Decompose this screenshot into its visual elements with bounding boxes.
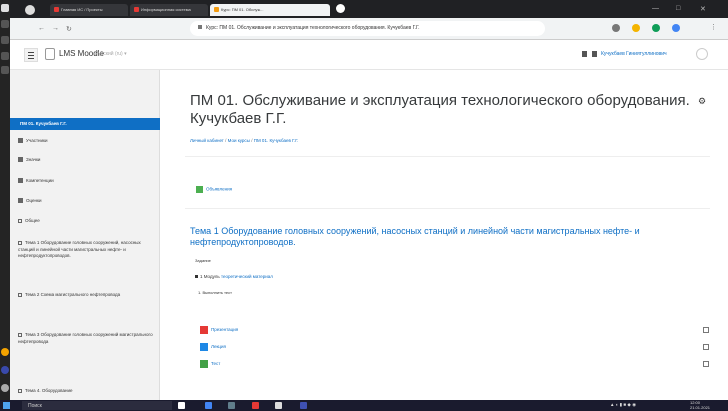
grades-icon [18, 198, 23, 204]
forum-icon [196, 186, 203, 193]
moodle-logo-icon[interactable] [45, 48, 55, 60]
drawer-toggle-button[interactable] [24, 48, 38, 62]
nav-drawer: ПМ 01. Кучукбаев Г.Г. Участники Значки К… [10, 70, 160, 400]
badge-icon [18, 157, 23, 163]
news-forum-link[interactable]: Объявления [196, 186, 232, 193]
moodle-navbar: LMS Moodle Русский (ru) ▾ Кучукбаев Гини… [10, 40, 728, 70]
folder-icon [18, 218, 22, 223]
lock-icon [198, 25, 202, 29]
app-icon[interactable] [1, 52, 9, 60]
page-title: ПМ 01. Обслуживание и эксплуатация техно… [190, 92, 690, 127]
extension-icon[interactable] [672, 24, 680, 32]
new-tab-icon[interactable] [336, 4, 345, 13]
divider [185, 208, 710, 209]
app-icon[interactable] [1, 348, 9, 356]
activity-presentation[interactable]: Презентация [200, 326, 238, 334]
tab-bar: Главная ИС / Проекты Информационная сист… [10, 0, 728, 18]
gear-icon[interactable]: ⚙ [698, 96, 706, 107]
address-bar-row: ← → ↻ Курс: ПМ 01. Обслуживание и эксплу… [10, 18, 728, 40]
activity-quiz[interactable]: Тест [200, 360, 220, 368]
breadcrumb-item[interactable]: Мои курсы [228, 138, 250, 143]
minimize-icon[interactable]: — [652, 5, 659, 12]
breadcrumb: Личный кабинет / Мои курсы / ПМ 01. Кучу… [190, 138, 299, 143]
moodle-page: LMS Moodle Русский (ru) ▾ Кучукбаев Гини… [10, 40, 728, 400]
reload-icon[interactable]: ↻ [66, 25, 72, 33]
avatar[interactable] [696, 48, 708, 60]
app-icon[interactable] [1, 20, 9, 28]
folder-icon [18, 388, 22, 393]
drawer-item-general[interactable]: Общее [18, 218, 154, 225]
browser-tab-active[interactable]: Курс: ПМ 01. Обслуж... [210, 4, 330, 16]
drawer-item-badges[interactable]: Значки [18, 157, 154, 164]
taskbar-app-icon[interactable] [275, 402, 282, 409]
browser-tab[interactable]: Информационная система [130, 4, 208, 16]
drawer-item-competencies[interactable]: Компетенции [18, 178, 154, 185]
browser-chrome: Главная ИС / Проекты Информационная сист… [10, 0, 728, 40]
app-icon[interactable] [1, 384, 9, 392]
activity-lecture[interactable]: Лекция [200, 343, 226, 351]
section-title[interactable]: Тема 1 Оборудование головных сооружений,… [190, 226, 660, 248]
drawer-section-3[interactable]: Тема 3 Оборудование головных сооружений … [18, 332, 154, 345]
system-tray[interactable]: ▲ ◐ ▮ ■ ◆ ◉ [610, 402, 636, 408]
completion-checkbox[interactable] [703, 327, 709, 333]
forward-icon[interactable]: → [52, 25, 59, 32]
extension-icon[interactable] [632, 24, 640, 32]
drawer-current-course[interactable]: ПМ 01. Кучукбаев Г.Г. [10, 118, 160, 130]
folder-icon [18, 292, 22, 297]
url-field[interactable]: Курс: ПМ 01. Обслуживание и эксплуатация… [190, 21, 545, 36]
taskbar-app-icon[interactable] [300, 402, 307, 409]
taskbar-search[interactable]: Поиск [22, 401, 172, 410]
back-icon[interactable]: ← [38, 25, 45, 32]
bullet-icon [195, 275, 198, 279]
language-menu[interactable]: Русский (ru) ▾ [95, 51, 127, 57]
favicon-icon [134, 7, 139, 13]
completion-checkbox[interactable] [703, 361, 709, 367]
notification-icon[interactable] [582, 51, 587, 57]
module-link[interactable]: теоретический материал [221, 274, 273, 279]
windows-start-icon[interactable] [3, 402, 10, 409]
app-icon[interactable] [1, 366, 9, 374]
browser-logo-icon[interactable] [25, 5, 35, 15]
taskbar-app-icon[interactable] [252, 402, 259, 409]
subtask-text: 1. Выполнить тест [198, 290, 232, 295]
user-menu[interactable]: Кучукбаев Гиниятуллинович [601, 51, 667, 57]
folder-icon [18, 240, 22, 245]
breadcrumb-item[interactable]: ПМ 01. Кучукбаев Г.Г. [254, 138, 299, 143]
quiz-icon [200, 360, 208, 368]
lecture-icon [200, 343, 208, 351]
app-icon[interactable] [1, 36, 9, 44]
menu-dots-icon[interactable]: ⋮ [710, 23, 717, 31]
taskbar-app-icon[interactable] [205, 402, 212, 409]
section-summary-heading: Задание [195, 258, 211, 263]
presentation-icon [200, 326, 208, 334]
breadcrumb-item[interactable]: Личный кабинет [190, 138, 224, 143]
taskbar-app-icon[interactable] [228, 402, 235, 409]
drawer-section-4[interactable]: Тема 4. Оборудование [18, 388, 154, 395]
favicon-icon [54, 7, 59, 13]
drawer-item-participants[interactable]: Участники [18, 138, 154, 145]
section-module-line: 1 Модуль теоретический материал [195, 274, 273, 279]
app-icon[interactable] [1, 66, 9, 74]
drawer-item-grades[interactable]: Оценки [18, 198, 154, 205]
left-app-strip [0, 0, 10, 400]
drawer-section-1[interactable]: Тема 1 Оборудование головных сооружений,… [18, 240, 154, 260]
users-icon [18, 138, 23, 144]
app-icon[interactable] [1, 4, 9, 12]
taskbar-app-icon[interactable] [178, 402, 185, 409]
folder-icon [18, 332, 22, 337]
windows-taskbar: Поиск ▲ ◐ ▮ ■ ◆ ◉ 12:00 21.01.2021 [0, 400, 728, 411]
drawer-section-2[interactable]: Тема 2 Схема магистрального нефтепровода [18, 292, 154, 299]
extension-icon[interactable] [652, 24, 660, 32]
browser-tab[interactable]: Главная ИС / Проекты [50, 4, 128, 16]
divider [185, 156, 710, 157]
messages-icon[interactable] [592, 51, 597, 57]
maximize-icon[interactable]: □ [676, 5, 680, 12]
taskbar-clock[interactable]: 12:00 21.01.2021 [690, 400, 710, 410]
completion-checkbox[interactable] [703, 344, 709, 350]
favicon-icon [214, 7, 219, 13]
close-icon[interactable]: ✕ [700, 5, 706, 13]
competency-icon [18, 178, 23, 184]
extension-icon[interactable] [612, 24, 620, 32]
course-content: ПМ 01. Обслуживание и эксплуатация техно… [160, 70, 728, 400]
